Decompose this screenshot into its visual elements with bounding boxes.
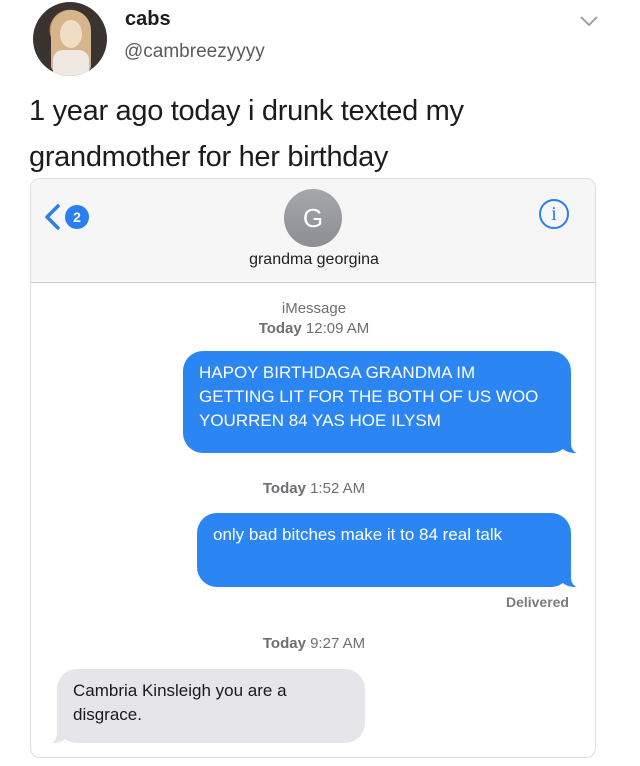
timestamp: Today 1:52 AM — [31, 479, 595, 499]
timestamp-time: 9:27 AM — [310, 635, 366, 652]
user-handle[interactable]: @cambreezyyyy — [124, 41, 265, 63]
timestamp: Today 12:09 AM — [31, 319, 595, 339]
avatar-face — [60, 20, 82, 48]
timestamp-day: Today — [262, 635, 306, 652]
tweet-text: 1 year ago today i drunk texted my grand… — [29, 95, 464, 173]
service-label: iMessage — [281, 300, 347, 317]
display-name[interactable]: cabs — [125, 8, 171, 31]
chevron-down-icon[interactable] — [578, 12, 600, 30]
timestamp: Today 9:27 AM — [31, 634, 595, 654]
avatar-body — [53, 50, 89, 76]
timestamp-day: Today — [258, 320, 302, 337]
unread-badge: 2 — [65, 205, 89, 229]
timestamp-time: 12:09 AM — [305, 320, 370, 337]
timestamp-time: 1:52 AM — [310, 480, 366, 497]
delivery-status: Delivered — [505, 594, 569, 610]
profile-avatar[interactable] — [33, 2, 107, 76]
incoming-message[interactable]: Cambria Kinsleigh you are a disgrace. — [43, 669, 365, 744]
timestamp-day: Today — [262, 480, 306, 497]
outgoing-message[interactable]: only bad bitches make it to 84 real talk — [197, 513, 585, 588]
outgoing-message[interactable]: HAPOY BIRTHDAGA GRANDMA IM GETTING LIT F… — [183, 351, 585, 454]
back-chevron-icon — [45, 204, 60, 230]
back-button[interactable]: 2 — [43, 201, 103, 231]
conversation-header: 2 G grandma georgina i — [31, 179, 595, 283]
contact-avatar[interactable]: G — [284, 189, 342, 247]
embedded-screenshot[interactable]: 2 G grandma georgina i iMessage Today 12… — [30, 178, 596, 758]
info-icon[interactable]: i — [539, 199, 569, 229]
contact-name[interactable]: grandma georgina — [31, 251, 595, 269]
